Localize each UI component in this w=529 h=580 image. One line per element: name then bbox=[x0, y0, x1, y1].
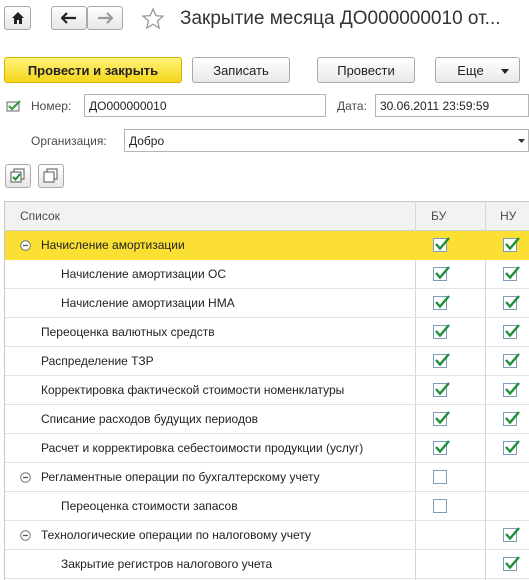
checkmark-icon bbox=[435, 353, 450, 367]
row-label: Переоценка стоимости запасов bbox=[61, 499, 238, 513]
nu-checkbox[interactable] bbox=[503, 411, 520, 426]
row-label: Начисление амортизации ОС bbox=[61, 267, 227, 281]
bu-checkbox[interactable] bbox=[433, 353, 450, 368]
row-label: Корректировка фактической стоимости номе… bbox=[41, 383, 345, 397]
uncheck-all-icon bbox=[43, 168, 58, 183]
row-label: Начисление амортизации bbox=[41, 238, 185, 252]
checkmark-icon bbox=[435, 237, 450, 251]
post-button[interactable]: Провести bbox=[317, 57, 415, 83]
check-all-button[interactable] bbox=[5, 164, 31, 188]
table-row[interactable]: Переоценка валютных средств bbox=[5, 318, 529, 347]
checkmark-icon bbox=[505, 266, 520, 280]
checkmark-icon bbox=[505, 295, 520, 309]
arrow-left-icon bbox=[61, 12, 76, 24]
table-row[interactable]: Переоценка стоимости запасов bbox=[5, 492, 529, 521]
bu-checkbox[interactable] bbox=[433, 237, 450, 252]
nu-checkbox[interactable] bbox=[503, 237, 520, 252]
row-label: Закрытие регистров налогового учета bbox=[61, 557, 273, 571]
row-label: Переоценка валютных средств bbox=[41, 325, 215, 339]
document-status-icon bbox=[6, 99, 22, 116]
checkmark-icon bbox=[435, 295, 450, 309]
row-label: Начисление амортизации НМА bbox=[61, 296, 235, 310]
bu-checkbox[interactable] bbox=[433, 411, 450, 426]
caret-down-icon bbox=[501, 69, 509, 74]
bu-checkbox[interactable] bbox=[433, 499, 447, 513]
checkmark-icon bbox=[435, 411, 450, 425]
page-title: Закрытие месяца ДО000000010 от... bbox=[180, 8, 501, 29]
bu-checkbox[interactable] bbox=[433, 324, 450, 339]
checkmark-icon bbox=[505, 440, 520, 454]
column-header-list[interactable]: Список bbox=[20, 202, 60, 231]
organization-dropdown-button[interactable] bbox=[515, 129, 529, 152]
bu-checkbox[interactable] bbox=[433, 295, 450, 310]
table-row[interactable]: Начисление амортизации НМА bbox=[5, 289, 529, 318]
organization-field[interactable]: Добро bbox=[124, 129, 516, 152]
collapse-toggle-icon[interactable] bbox=[20, 530, 31, 541]
table-row[interactable]: Регламентные операции по бухгалтерскому … bbox=[5, 463, 529, 492]
arrow-right-icon bbox=[98, 12, 113, 24]
checkmark-icon bbox=[505, 411, 520, 425]
favorite-star-icon[interactable] bbox=[141, 7, 165, 34]
row-label: Технологические операции по налоговому у… bbox=[41, 528, 311, 542]
checkmark-icon bbox=[505, 382, 520, 396]
check-all-icon bbox=[10, 168, 25, 183]
checkmark-icon bbox=[435, 266, 450, 280]
row-label: Регламентные операции по бухгалтерскому … bbox=[41, 470, 320, 484]
checkmark-icon bbox=[505, 527, 520, 541]
table-row[interactable]: Закрытие регистров налогового учета bbox=[5, 550, 529, 579]
checkmark-icon bbox=[435, 440, 450, 454]
nu-checkbox[interactable] bbox=[503, 324, 520, 339]
caret-down-icon bbox=[518, 139, 525, 143]
post-and-close-button[interactable]: Провести и закрыть bbox=[4, 57, 182, 83]
nu-checkbox[interactable] bbox=[503, 382, 520, 397]
bu-checkbox[interactable] bbox=[433, 440, 450, 455]
organization-label: Организация: bbox=[31, 134, 107, 148]
checkmark-icon bbox=[505, 556, 520, 570]
nu-checkbox[interactable] bbox=[503, 440, 520, 455]
row-label: Распределение ТЗР bbox=[41, 354, 154, 368]
nu-checkbox[interactable] bbox=[503, 266, 520, 281]
back-button[interactable] bbox=[51, 6, 87, 30]
date-label: Дата: bbox=[337, 99, 367, 113]
table-row[interactable]: Начисление амортизации bbox=[5, 231, 529, 260]
nu-checkbox[interactable] bbox=[503, 295, 520, 310]
table-row[interactable]: Списание расходов будущих периодов bbox=[5, 405, 529, 434]
table-row[interactable]: Технологические операции по налоговому у… bbox=[5, 521, 529, 550]
more-button[interactable]: Еще bbox=[435, 57, 520, 83]
home-button[interactable] bbox=[4, 6, 31, 30]
table-row[interactable]: Расчет и корректировка себестоимости про… bbox=[5, 434, 529, 463]
home-icon bbox=[11, 12, 24, 24]
save-button[interactable]: Записать bbox=[192, 57, 290, 83]
table-row[interactable]: Распределение ТЗР bbox=[5, 347, 529, 376]
number-field[interactable]: ДО000000010 bbox=[84, 94, 326, 117]
checkmark-icon bbox=[505, 353, 520, 367]
nu-checkbox[interactable] bbox=[503, 527, 520, 542]
bu-checkbox[interactable] bbox=[433, 266, 450, 281]
nu-checkbox[interactable] bbox=[503, 556, 520, 571]
bu-checkbox[interactable] bbox=[433, 382, 450, 397]
bu-checkbox[interactable] bbox=[433, 470, 447, 484]
collapse-toggle-icon[interactable] bbox=[20, 472, 31, 483]
checkmark-icon bbox=[505, 237, 520, 251]
collapse-toggle-icon[interactable] bbox=[20, 240, 31, 251]
nu-checkbox[interactable] bbox=[503, 353, 520, 368]
number-label: Номер: bbox=[31, 99, 72, 113]
checkmark-icon bbox=[505, 324, 520, 338]
operations-table: Список БУ НУ Начисление амортизации Начис… bbox=[4, 201, 529, 580]
row-label: Расчет и корректировка себестоимости про… bbox=[41, 441, 364, 455]
date-field[interactable]: 30.06.2011 23:59:59 bbox=[375, 94, 529, 117]
table-header: Список БУ НУ bbox=[5, 202, 529, 231]
checkmark-icon bbox=[435, 382, 450, 396]
table-row[interactable]: Корректировка фактической стоимости номе… bbox=[5, 376, 529, 405]
column-header-bu[interactable]: БУ bbox=[431, 202, 446, 231]
column-header-nu[interactable]: НУ bbox=[500, 202, 516, 231]
more-button-label: Еще bbox=[457, 62, 484, 78]
checkmark-icon bbox=[435, 324, 450, 338]
forward-button[interactable] bbox=[87, 6, 123, 30]
uncheck-all-button[interactable] bbox=[38, 164, 64, 188]
row-label: Списание расходов будущих периодов bbox=[41, 412, 259, 426]
table-row[interactable]: Начисление амортизации ОС bbox=[5, 260, 529, 289]
